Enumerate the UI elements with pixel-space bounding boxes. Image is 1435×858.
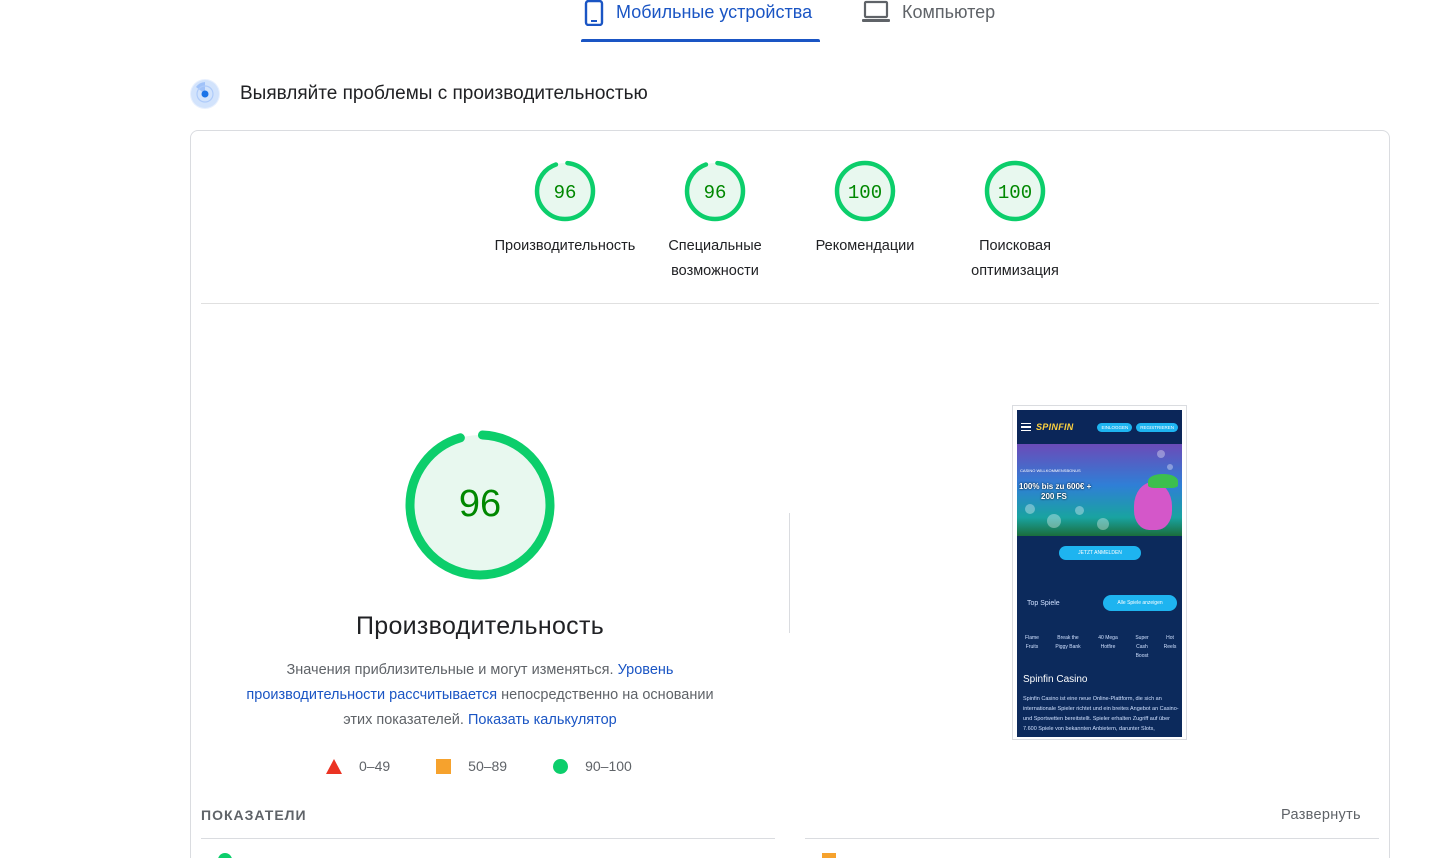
game-title: Break the Piggy Bank bbox=[1055, 635, 1081, 650]
game-title: Flame Fruits bbox=[1025, 635, 1039, 650]
gauge-seo[interactable]: 100 Поисковая оптимизация bbox=[940, 160, 1090, 284]
show-calculator-link[interactable]: Показать калькулятор bbox=[468, 712, 617, 728]
screenshot-hero-banner: CASINO WILLKOMMENSBONUS 100% bis zu 600€… bbox=[1017, 444, 1182, 536]
legend-range: 0–49 bbox=[359, 758, 391, 774]
gauge-ring: 96 bbox=[684, 160, 746, 222]
tab-desktop-label: Компьютер bbox=[902, 2, 996, 22]
desc-text: Значения приблизительные и могут изменят… bbox=[286, 662, 618, 678]
screenshot-navbar: SPINFIN EINLOGGEN REGISTRIEREN bbox=[1017, 410, 1182, 444]
gauge-ring: 100 bbox=[834, 160, 896, 222]
expand-toggle[interactable]: Развернуть bbox=[1281, 807, 1361, 823]
gauge-score-value: 100 bbox=[998, 182, 1032, 204]
hamburger-icon bbox=[1021, 422, 1031, 432]
gauge-label: Рекомендации bbox=[815, 238, 915, 254]
lighthouse-radar-icon bbox=[190, 79, 220, 109]
screenshot-all-games-button: Alle Spiele anzeigen bbox=[1103, 595, 1177, 611]
mobile-screenshot: SPINFIN EINLOGGEN REGISTRIEREN CASINO WI… bbox=[1017, 410, 1182, 737]
metrics-divider bbox=[201, 838, 775, 839]
section-heading: Выявляйте проблемы с производительностью bbox=[190, 79, 648, 109]
gauge-score-value: 96 bbox=[554, 182, 577, 204]
legend-pass: 90–100 bbox=[553, 758, 632, 774]
gauge-label: Поисковая оптимизация bbox=[971, 238, 1059, 279]
performance-title: Производительность bbox=[355, 612, 605, 640]
game-title: Hot Reels bbox=[1163, 635, 1177, 650]
game-title: 40 Mega Hotfire bbox=[1098, 635, 1118, 650]
legend-range: 90–100 bbox=[585, 758, 632, 774]
screenshot-heading: Spinfin Casino bbox=[1023, 674, 1088, 685]
screenshot-games-row: Flame Fruits Break the Piggy Bank 40 Meg… bbox=[1021, 634, 1179, 661]
screenshot-register-button: REGISTRIEREN bbox=[1136, 422, 1178, 432]
laptop-icon bbox=[862, 0, 890, 29]
divider bbox=[201, 303, 1379, 304]
vertical-separator bbox=[789, 513, 790, 633]
legend-fail: 0–49 bbox=[326, 758, 390, 774]
mascot-hat bbox=[1148, 474, 1178, 488]
gauge-best-practices[interactable]: 100 Рекомендации bbox=[790, 160, 940, 284]
octopus-mascot bbox=[1134, 482, 1172, 530]
hero-offer-line: 100% bis zu 600€ + bbox=[1019, 482, 1092, 491]
gauge-ring: 96 bbox=[534, 160, 596, 222]
smartphone-icon bbox=[584, 0, 604, 31]
device-tabs: Мобильные устройства Компьютер bbox=[580, 0, 995, 42]
legend-range: 50–89 bbox=[468, 758, 508, 774]
screenshot-paragraph: Spinfin Casino ist eine neue Online-Plat… bbox=[1023, 696, 1179, 732]
screenshot-logo: SPINFIN bbox=[1036, 422, 1074, 432]
page-screenshot[interactable]: SPINFIN EINLOGGEN REGISTRIEREN CASINO WI… bbox=[1012, 405, 1187, 740]
screenshot-cta-button: JETZT ANMELDEN bbox=[1059, 546, 1141, 560]
square-icon bbox=[436, 758, 452, 774]
screenshot-top-games: Top Spiele bbox=[1027, 600, 1060, 607]
hero-caption: CASINO WILLKOMMENSBONUS bbox=[1020, 468, 1081, 473]
legend-average: 50–89 bbox=[436, 758, 507, 774]
tab-mobile-label: Мобильные устройства bbox=[616, 2, 813, 22]
gauge-label: Специальные возможности bbox=[668, 238, 762, 279]
section-title: Выявляйте проблемы с производительностью bbox=[240, 83, 648, 104]
gauge-ring: 100 bbox=[984, 160, 1046, 222]
score-gauges: 96 Производительность 96 Специальные воз… bbox=[490, 160, 1090, 284]
hero-offer-line: 200 FS bbox=[1041, 492, 1067, 501]
performance-gauge: 96 bbox=[405, 430, 555, 580]
score-legend: 0–49 50–89 90–100 bbox=[326, 758, 632, 774]
gauge-score-value: 100 bbox=[848, 182, 882, 204]
hero-offer: 100% bis zu 600€ + 200 FS bbox=[1019, 482, 1091, 502]
performance-description: Значения приблизительные и могут изменят… bbox=[230, 658, 730, 733]
tab-mobile[interactable]: Мобильные устройства bbox=[580, 0, 820, 42]
gauge-performance[interactable]: 96 Производительность bbox=[490, 160, 640, 284]
metrics-heading: ПОКАЗАТЕЛИ bbox=[201, 807, 307, 823]
gauge-score-value: 96 bbox=[704, 182, 727, 204]
performance-score: 96 bbox=[459, 483, 501, 525]
triangle-icon bbox=[326, 758, 342, 774]
active-tab-indicator bbox=[581, 39, 820, 42]
screenshot-login-button: EINLOGGEN bbox=[1097, 422, 1133, 432]
tab-desktop[interactable]: Компьютер bbox=[862, 0, 995, 42]
gauge-accessibility[interactable]: 96 Специальные возможности bbox=[640, 160, 790, 284]
circle-icon bbox=[553, 758, 569, 774]
metrics-divider bbox=[805, 838, 1379, 839]
gauge-label: Производительность bbox=[494, 238, 636, 254]
metric-average-icon bbox=[822, 853, 836, 858]
game-title: Super Cash Boost bbox=[1135, 635, 1149, 659]
